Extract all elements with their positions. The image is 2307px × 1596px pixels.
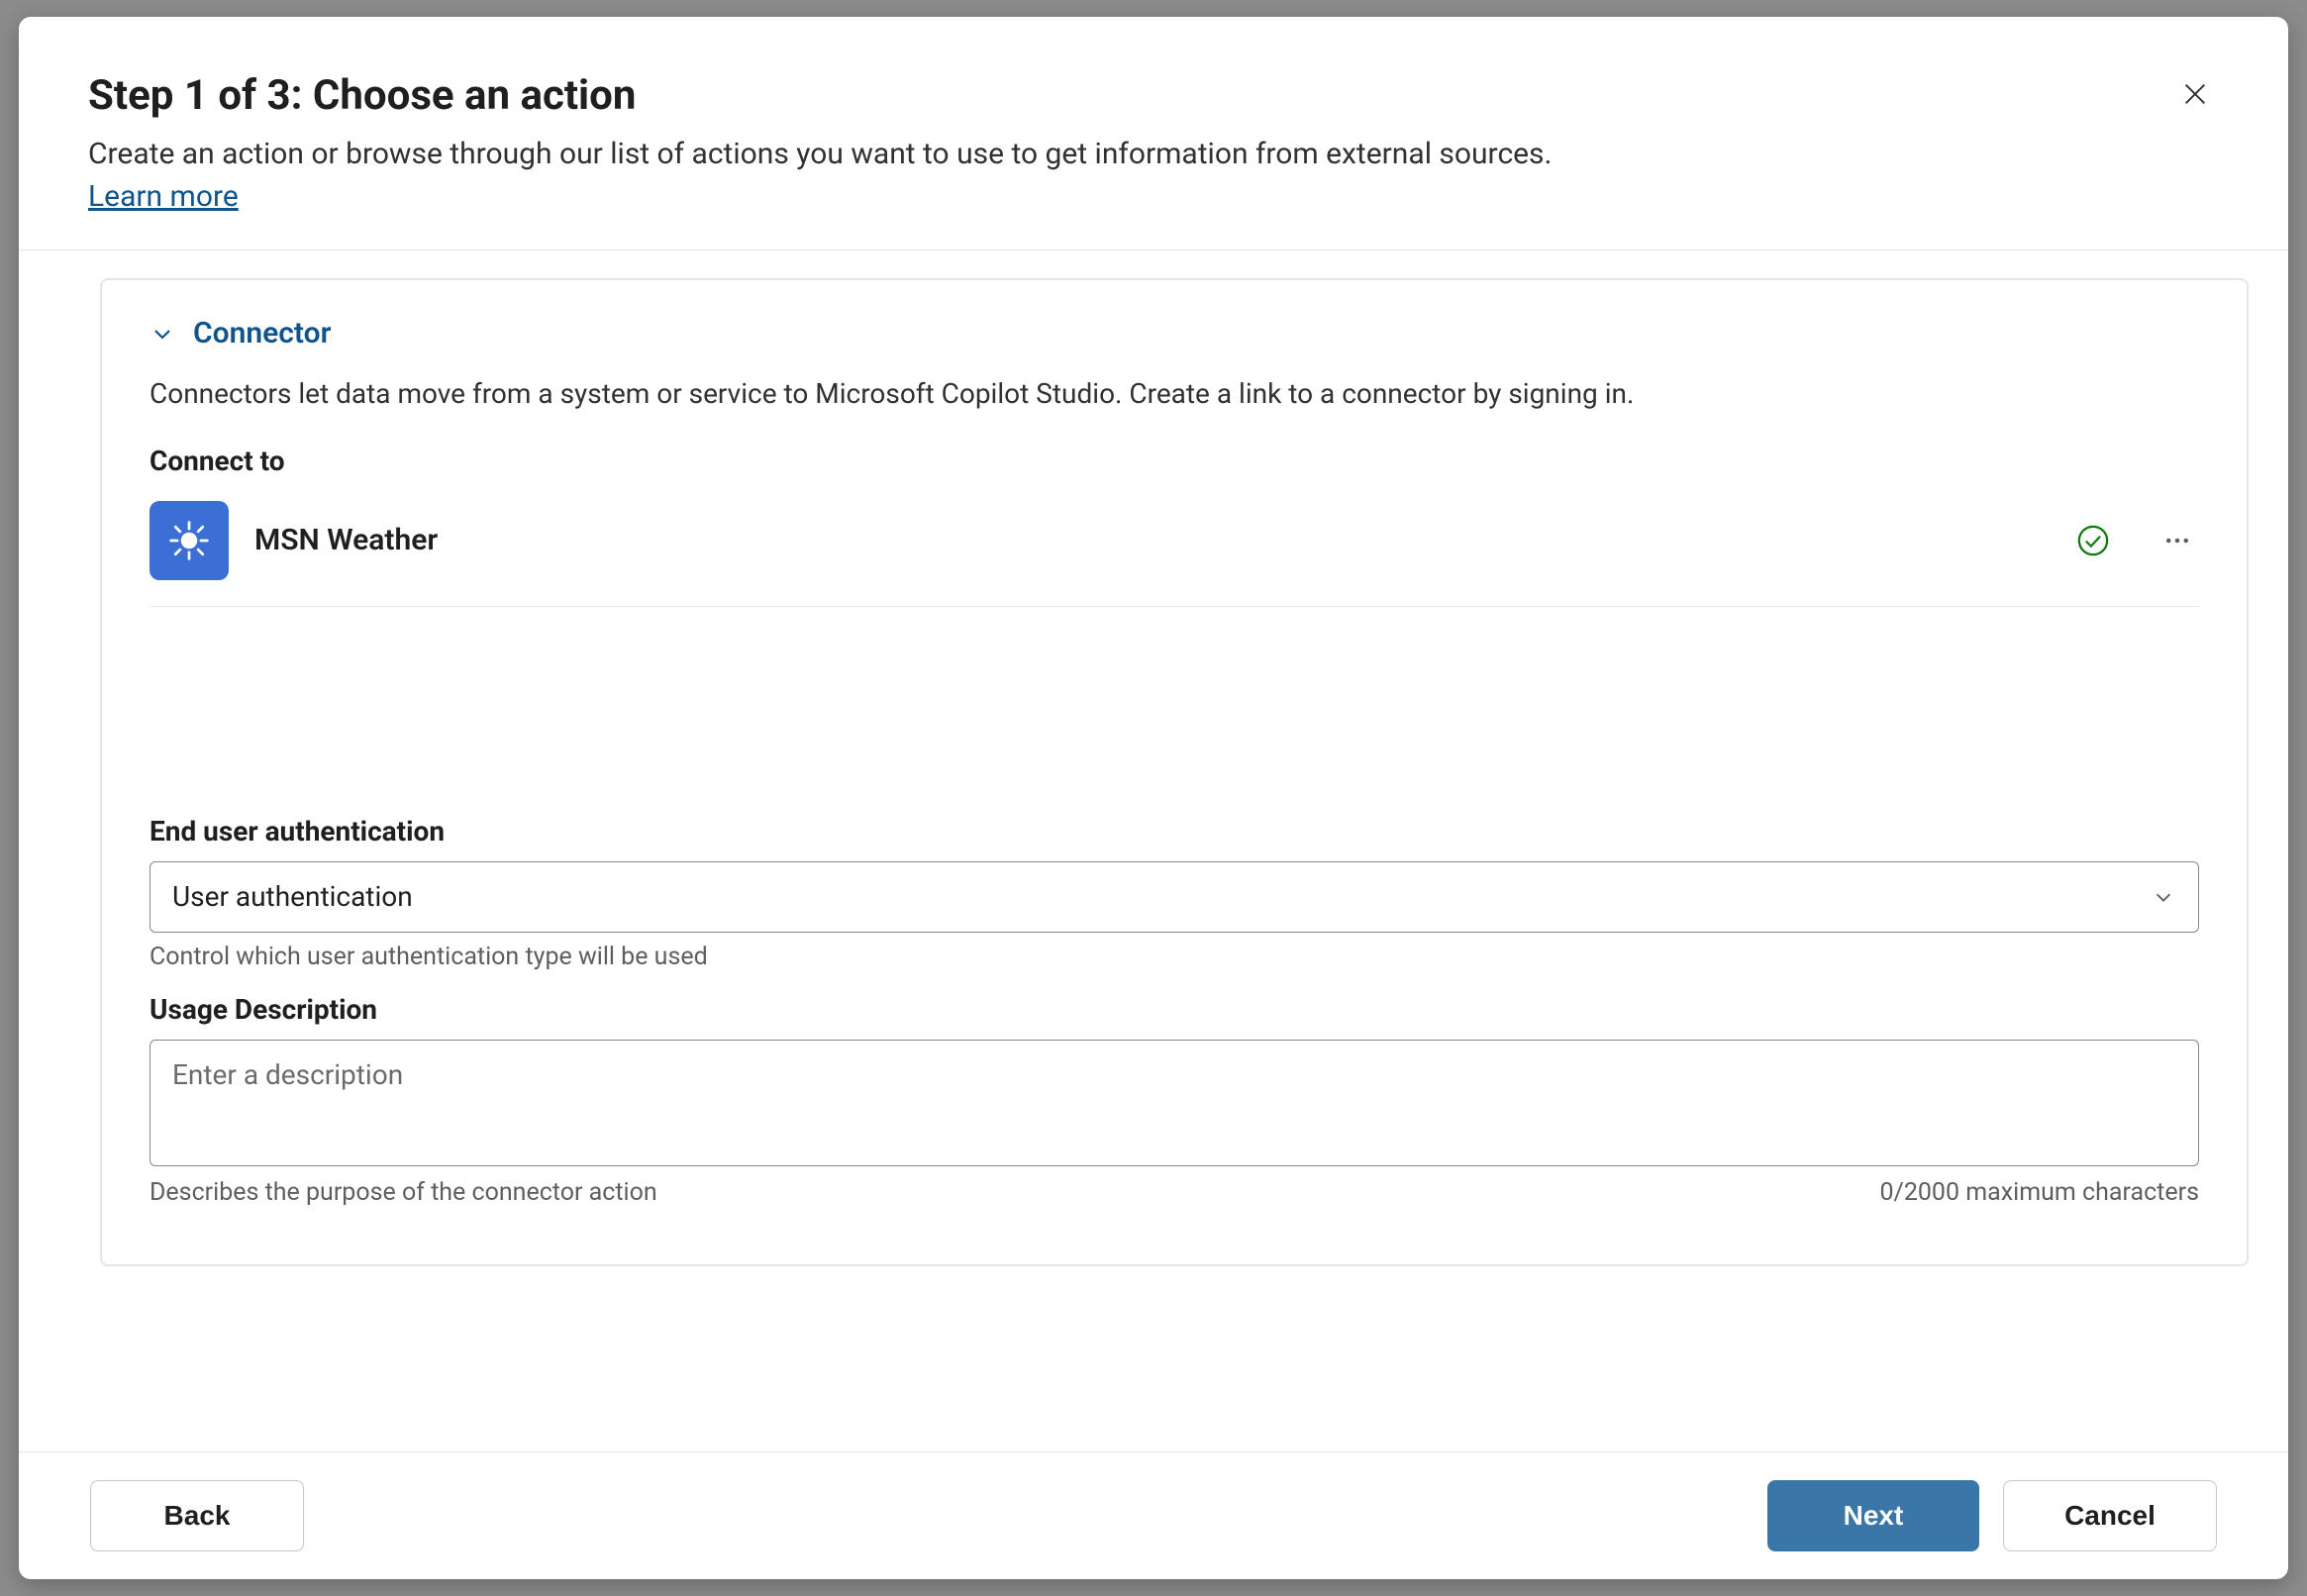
learn-more-link[interactable]: Learn more xyxy=(88,179,239,214)
modal-body: Connector Connectors let data move from … xyxy=(19,250,2288,1451)
checkmark-circle-icon xyxy=(2076,524,2110,557)
usage-form-group: Usage Description Describes the purpose … xyxy=(150,993,2199,1207)
close-button[interactable] xyxy=(2171,70,2219,118)
close-icon xyxy=(2181,80,2209,108)
modal-title: Step 1 of 3: Choose an action xyxy=(88,70,2171,123)
connect-to-label: Connect to xyxy=(150,445,2199,477)
usage-helper-text: Describes the purpose of the connector a… xyxy=(150,1178,657,1207)
connector-name: MSN Weather xyxy=(254,523,2051,557)
back-button[interactable]: Back xyxy=(90,1480,304,1551)
status-connected-icon xyxy=(2076,524,2110,557)
auth-label: End user authentication xyxy=(150,815,2199,848)
modal-footer: Back Next Cancel xyxy=(19,1451,2288,1579)
chevron-down-icon xyxy=(150,321,175,347)
auth-select[interactable]: User authentication xyxy=(150,861,2199,933)
cancel-button[interactable]: Cancel xyxy=(2003,1480,2217,1551)
auth-helper-text: Control which user authentication type w… xyxy=(150,943,2199,971)
connector-section-toggle[interactable]: Connector xyxy=(150,316,2199,350)
usage-description-input[interactable] xyxy=(150,1040,2199,1166)
more-horizontal-icon xyxy=(2162,526,2192,555)
modal-header: Step 1 of 3: Choose an action Create an … xyxy=(19,17,2288,250)
connector-panel: Connector Connectors let data move from … xyxy=(100,278,2249,1266)
usage-char-counter: 0/2000 maximum characters xyxy=(1879,1178,2199,1207)
usage-label: Usage Description xyxy=(150,993,2199,1026)
connector-more-button[interactable] xyxy=(2156,519,2199,562)
auth-form-group: End user authentication User authenticat… xyxy=(150,815,2199,971)
title-block: Step 1 of 3: Choose an action Create an … xyxy=(88,70,2171,214)
sun-icon xyxy=(167,519,211,562)
modal-dialog: Step 1 of 3: Choose an action Create an … xyxy=(19,17,2288,1579)
chevron-down-icon xyxy=(2151,884,2176,910)
msn-weather-icon xyxy=(150,501,229,580)
next-button[interactable]: Next xyxy=(1767,1480,1979,1551)
connector-description: Connectors let data move from a system o… xyxy=(150,374,2199,415)
connector-row: MSN Weather xyxy=(150,491,2199,607)
connector-section-title: Connector xyxy=(193,316,331,350)
auth-selected-value: User authentication xyxy=(172,880,413,913)
footer-right-group: Next Cancel xyxy=(1767,1480,2217,1551)
modal-subtitle: Create an action or browse through our l… xyxy=(88,133,2171,176)
